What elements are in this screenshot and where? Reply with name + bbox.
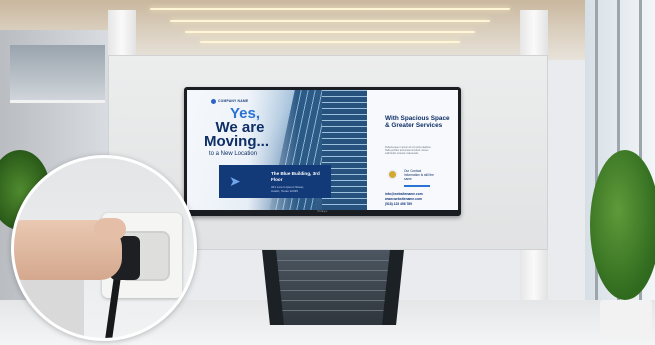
ceiling-light — [185, 31, 475, 33]
escalator-step — [276, 290, 392, 291]
escalator — [276, 250, 392, 325]
contact-note: Our Contact Information is still the sam… — [404, 169, 434, 181]
headline-moving: Moving... — [204, 133, 269, 150]
company-name: COMPANY NAME — [218, 99, 249, 103]
company-logo-icon — [211, 99, 216, 104]
left-balcony — [10, 45, 105, 103]
window-mullion — [595, 0, 598, 345]
escalator-step — [276, 300, 392, 301]
contact-website: www.websitename.com — [385, 197, 422, 201]
escalator-step — [276, 310, 392, 311]
panel-body-text: Pellentesque in ipsum id orci porta dapi… — [385, 146, 432, 155]
contact-email: info@websitename.com — [385, 192, 423, 196]
contact-phone: (518) 123 456 789 — [385, 202, 412, 206]
mall-atrium-scene: COMPANY NAME Yes, We are Moving... to a … — [0, 0, 655, 345]
unplug-inset — [11, 155, 197, 341]
ceiling-light — [170, 20, 490, 22]
tv-brand-logo: Onkyo — [317, 209, 328, 213]
panel-heading: With Spacious Space & Greater Services — [385, 115, 450, 129]
address-title: The Blue Building, 3rd Floor — [271, 171, 320, 182]
moving-announcement-screen: COMPANY NAME Yes, We are Moving... to a … — [187, 90, 458, 210]
address-box: ➤ The Blue Building, 3rd Floor 321 Lorem… — [219, 165, 331, 198]
escalator-step — [276, 260, 392, 261]
escalator-step — [276, 270, 392, 271]
sleeve — [14, 276, 84, 338]
planter-right — [600, 300, 652, 340]
contact-badge-icon — [389, 171, 396, 178]
arrow-right-icon: ➤ — [229, 173, 241, 189]
escalator-step — [276, 280, 392, 281]
tv-display: COMPANY NAME Yes, We are Moving... to a … — [184, 87, 461, 216]
accent-rule — [404, 185, 430, 187]
headline-subline: to a New Location — [209, 151, 258, 157]
info-panel: With Spacious Space & Greater Services P… — [367, 90, 458, 210]
ceiling-light — [150, 8, 510, 10]
plant-right — [590, 150, 655, 300]
thumb — [94, 218, 126, 240]
address-line: Austin, Texas 12345 — [271, 189, 298, 193]
ceiling-light — [200, 41, 460, 43]
